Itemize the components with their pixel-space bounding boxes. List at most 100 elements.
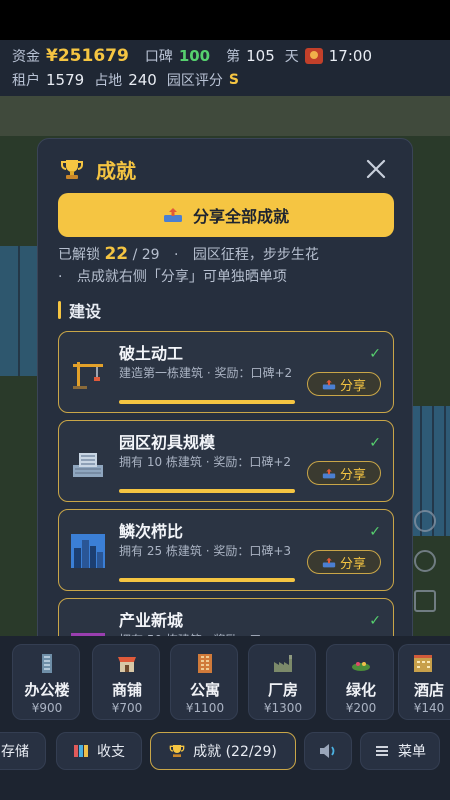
build-item-name: 办公楼: [24, 681, 70, 699]
build-item-price: ¥1300: [263, 701, 303, 715]
day-prefix: 第: [226, 49, 241, 65]
share-label: 分享: [339, 556, 366, 572]
build-item-name: 绿化: [345, 681, 376, 699]
hud-row-1: 资金 ¥251679 口碑 100 第 105 天 17:00: [12, 44, 438, 68]
road: [0, 96, 450, 136]
build-item-factory[interactable]: 厂房 ¥1300: [248, 644, 316, 720]
save-label: 存储: [1, 744, 29, 760]
reputation-label: 口碑: [144, 49, 173, 65]
share-icon: [322, 468, 336, 478]
day-value: 105: [246, 47, 275, 65]
rating-label: 园区评分: [166, 73, 223, 89]
completed-check-icon: ✓: [369, 613, 381, 629]
build-item-price: ¥200: [345, 701, 377, 715]
completed-check-icon: ✓: [369, 435, 381, 451]
finance-label: 收支: [97, 744, 125, 760]
build-item-price: ¥900: [31, 701, 63, 715]
build-item-price: ¥140: [413, 701, 445, 715]
build-item-name: 商铺: [111, 681, 142, 699]
game-time: 17:00: [328, 47, 372, 65]
zoom-out-icon[interactable]: [414, 550, 436, 572]
greenery-icon: [352, 662, 370, 671]
achievements-button[interactable]: 成就 (22/29): [150, 732, 296, 770]
menu-button[interactable]: 菜单: [360, 732, 440, 770]
bottom-panel: 办公楼 ¥900 商铺 ¥700 公寓 ¥1100 厂房 ¥1300 绿化 ¥2…: [0, 636, 450, 800]
share-all-label: 分享全部成就: [192, 207, 289, 226]
achievement-desc: 拥有 10 栋建筑 · 奖励：口碑+2: [119, 455, 292, 469]
funds-value: ¥251679: [46, 46, 129, 66]
modal-header: 成就: [60, 151, 392, 187]
hud-row-2: 租户 1579 占地 240 园区评分 S: [12, 68, 438, 92]
crane-icon: [73, 362, 103, 389]
section-title: 建设: [69, 302, 102, 321]
reputation-value: 100: [178, 47, 211, 65]
build-item-price: ¥1100: [185, 701, 225, 715]
build-item-office[interactable]: 办公楼 ¥900: [12, 644, 80, 720]
close-icon[interactable]: [360, 153, 392, 185]
unlocked-prefix: 已解锁: [58, 247, 100, 263]
build-item-price: ¥700: [111, 701, 143, 715]
share-button[interactable]: 分享: [307, 372, 381, 396]
achievement-summary: 已解锁 22 / 29 · 园区征程，步步生花 · 点成就右侧「分享」可单独晒单…: [58, 243, 398, 288]
factory-icon: [274, 655, 292, 672]
build-item-name: 公寓: [189, 681, 220, 699]
share-icon: [322, 557, 336, 567]
share-icon: [163, 208, 182, 222]
land-value: 240: [128, 71, 157, 89]
hamburger-icon: [376, 746, 388, 756]
fullscreen-icon[interactable]: [414, 590, 436, 612]
hotel-icon: [414, 655, 432, 672]
build-item-hotel[interactable]: 酒店 ¥140: [398, 644, 450, 720]
build-item-name: 厂房: [267, 681, 298, 699]
tenants-label: 租户: [12, 73, 40, 89]
build-item-apartment[interactable]: 公寓 ¥1100: [170, 644, 238, 720]
shop-icon: [118, 657, 136, 672]
share-button[interactable]: 分享: [307, 550, 381, 574]
trophy-icon: [61, 160, 83, 179]
build-item-shop[interactable]: 商铺 ¥700: [92, 644, 160, 720]
achievements-modal: 成就 分享全部成就 已解锁 22 / 29 · 园区征程，步步生花 · 点成就右…: [37, 138, 413, 658]
finance-button[interactable]: 收支: [56, 732, 142, 770]
modal-title: 成就: [96, 158, 136, 183]
achievement-card: 破土动工 建造第一栋建筑 · 奖励：口碑+2 ✓ 分享: [58, 331, 394, 413]
achievement-card: 园区初具规模 拥有 10 栋建筑 · 奖励：口碑+2 ✓ 分享: [58, 420, 394, 502]
achievement-desc: 建造第一栋建筑 · 奖励：口碑+2: [119, 366, 293, 380]
office-park-icon: [73, 453, 103, 477]
achievements-label: 成就 (22/29): [193, 744, 277, 760]
completed-check-icon: ✓: [369, 524, 381, 540]
sound-button[interactable]: [304, 732, 352, 770]
menu-label: 菜单: [398, 744, 426, 760]
progress-bar: [119, 578, 295, 582]
progress-bar: [119, 400, 295, 404]
share-hint: 点成就右侧「分享」可单独晒单项: [76, 269, 287, 285]
speaker-icon: [320, 744, 335, 758]
total-count: / 29: [132, 247, 160, 263]
tagline: 园区征程，步步生花: [192, 247, 319, 263]
skyline-icon: [71, 534, 105, 568]
share-label: 分享: [339, 378, 366, 394]
achievement-desc: 拥有 25 栋建筑 · 奖励：口碑+3: [119, 544, 292, 558]
unlocked-count: 22: [104, 244, 129, 264]
apartment-icon: [198, 654, 212, 673]
ledger-icon: [74, 745, 88, 757]
save-button[interactable]: 存储: [0, 732, 46, 770]
status-bar: [0, 0, 450, 40]
zoom-in-icon[interactable]: [414, 510, 436, 532]
build-item-greenery[interactable]: 绿化 ¥200: [326, 644, 394, 720]
section-accent-bar: [58, 301, 61, 319]
achievement-name: 破土动工: [119, 344, 184, 363]
land-label: 占地: [94, 73, 123, 89]
separator-dot: ·: [174, 247, 179, 263]
share-all-button[interactable]: 分享全部成就: [58, 193, 394, 237]
completed-check-icon: ✓: [369, 346, 381, 362]
achievement-name: 园区初具规模: [119, 433, 216, 452]
achievement-name: 产业新城: [119, 611, 184, 630]
section-header: 建设: [58, 299, 101, 321]
office-building-icon: [42, 654, 52, 673]
separator-dot-2: ·: [58, 269, 63, 285]
clock-icon: [304, 48, 323, 64]
share-button[interactable]: 分享: [307, 461, 381, 485]
share-icon: [322, 379, 336, 389]
achievement-name: 鳞次栉比: [119, 522, 184, 541]
share-label: 分享: [339, 467, 366, 483]
